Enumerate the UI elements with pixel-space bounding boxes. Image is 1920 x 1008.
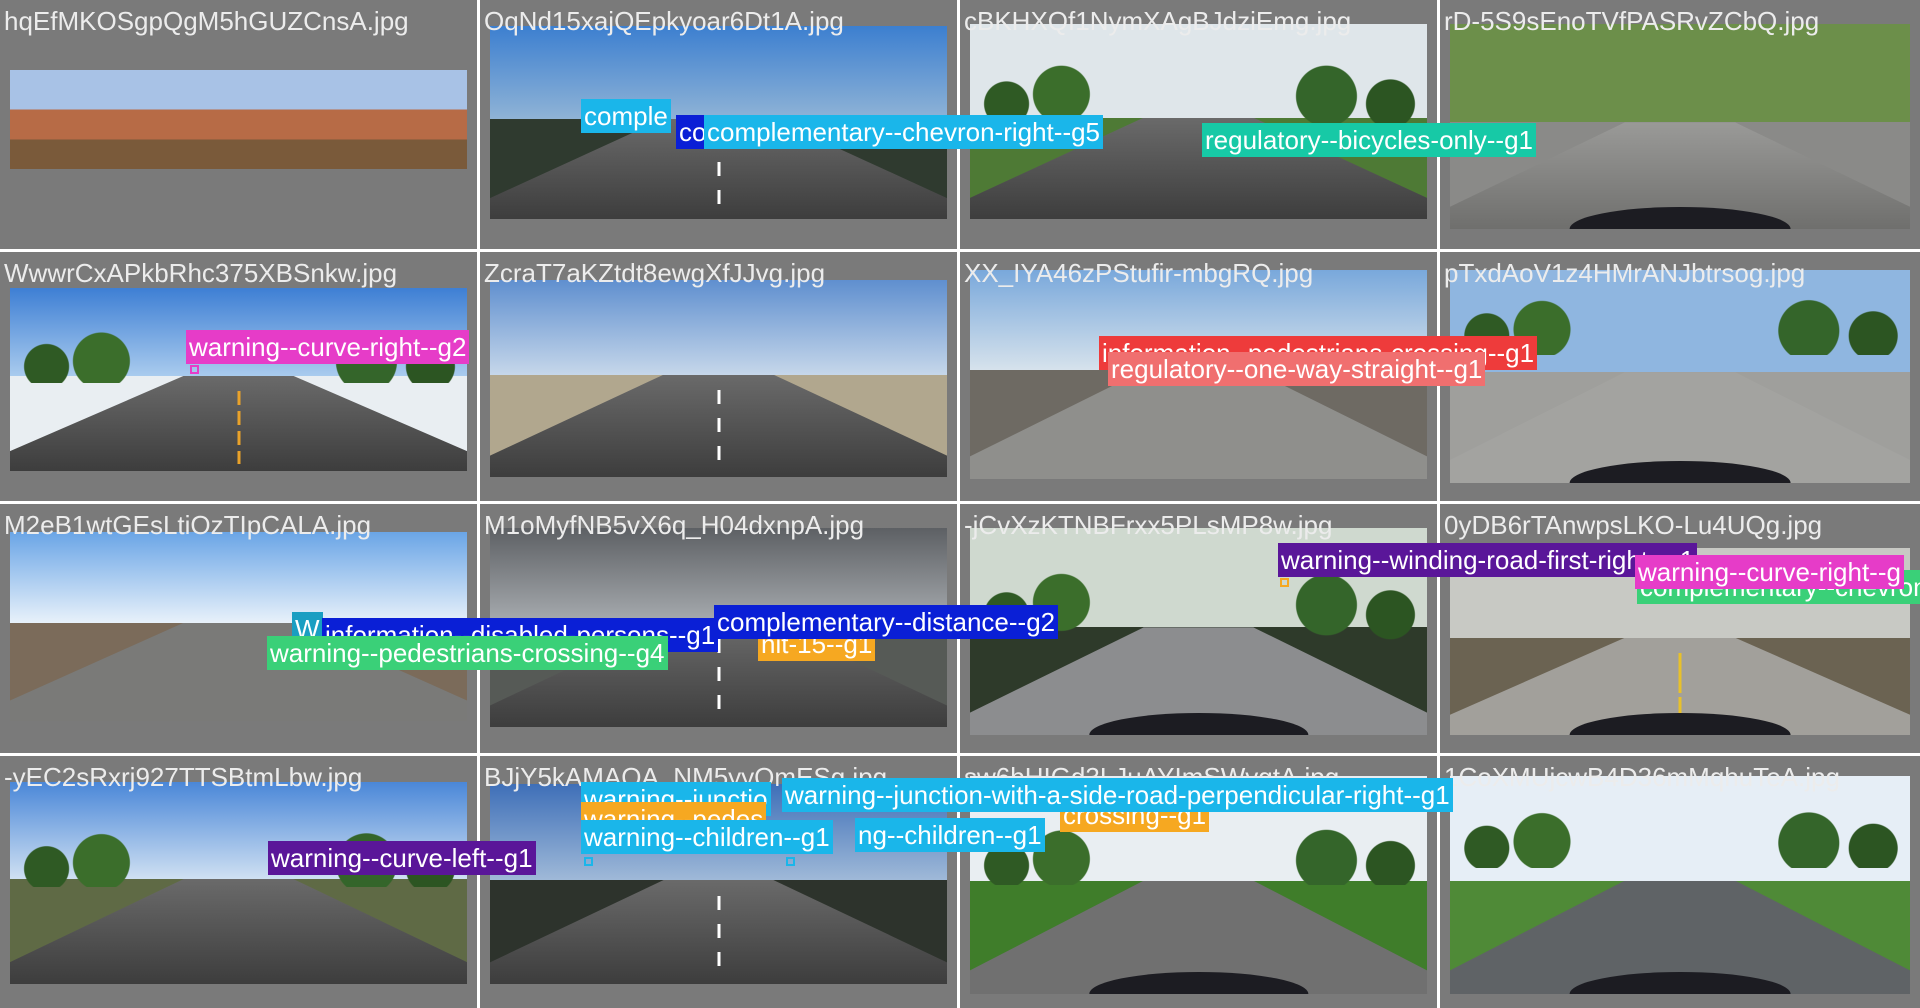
detection-label: warning--children--g1 — [581, 820, 833, 854]
filename-label: WwwrCxAPkbRhc375XBSnkw.jpg — [4, 258, 398, 288]
grid-cell[interactable]: pTxdAoV1z4HMrANJbtrsog.jpg — [1440, 252, 1920, 504]
road-photo — [10, 70, 467, 169]
filename-label: 0yDB6rTAnwpsLKO-Lu4UQg.jpg — [1444, 510, 1823, 540]
grid-cell[interactable]: -yEC2sRxrj927TTSBtmLbw.jpg — [0, 756, 480, 1008]
grid-cell[interactable]: 0yDB6rTAnwpsLKO-Lu4UQg.jpg — [1440, 504, 1920, 756]
detection-label: warning--curve-right--g — [1635, 555, 1904, 589]
sign-box — [190, 365, 199, 374]
detection-label: warning--junction-with-a-side-road-perpe… — [782, 778, 1453, 812]
grid-cell[interactable]: hqEfMKOSgpQgM5hGUZCnsA.jpg — [0, 0, 480, 252]
detection-label: complementary--distance--g2 — [714, 605, 1059, 639]
detection-label: complementary--chevron-right--g5 — [704, 115, 1104, 149]
image-grid: hqEfMKOSgpQgM5hGUZCnsA.jpg OqNd15xajQEpk… — [0, 0, 1920, 1008]
detection-label: warning--curve-right--g2 — [186, 330, 470, 364]
road-photo — [1450, 270, 1910, 483]
road-photo — [10, 782, 467, 984]
detection-label: comple — [581, 99, 671, 133]
grid-cell[interactable]: 1CoXMUjcwB4D36mMqhuTeA.jpg — [1440, 756, 1920, 1008]
sign-box — [1280, 578, 1289, 587]
detection-label: warning--curve-left--g1 — [268, 841, 536, 875]
grid-cell[interactable]: WwwrCxAPkbRhc375XBSnkw.jpg — [0, 252, 480, 504]
road-photo — [490, 280, 947, 477]
detection-label: regulatory--one-way-straight--g1 — [1108, 352, 1486, 386]
detection-label: regulatory--bicycles-only--g1 — [1202, 123, 1536, 157]
sign-box — [786, 857, 795, 866]
detection-label: warning--pedestrians-crossing--g4 — [267, 636, 668, 670]
road-photo — [10, 288, 467, 471]
sign-box — [584, 857, 593, 866]
detection-label: ng--children--g1 — [855, 818, 1045, 852]
grid-cell[interactable]: ZcraT7aKZtdt8ewgXfJJvg.jpg — [480, 252, 960, 504]
filename-label: hqEfMKOSgpQgM5hGUZCnsA.jpg — [4, 6, 409, 36]
road-photo — [1450, 776, 1910, 994]
